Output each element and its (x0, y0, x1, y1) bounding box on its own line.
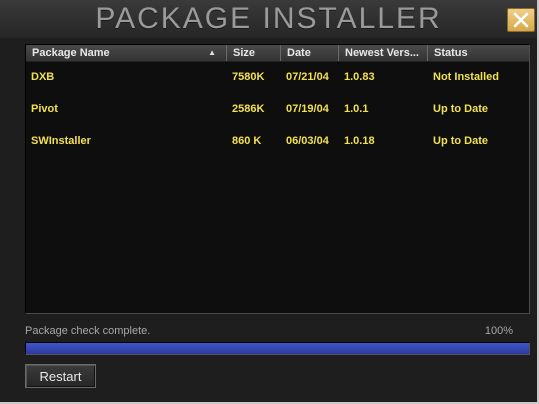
date-cell: 07/21/04 (286, 71, 329, 83)
title-bar[interactable]: PACKAGE INSTALLER (0, 0, 537, 38)
package-name-cell: Pivot (31, 103, 58, 115)
column-header-label: Status (434, 47, 468, 59)
status-cell: Up to Date (433, 103, 488, 115)
column-header-size[interactable]: Size (227, 45, 281, 61)
status-cell: Not Installed (433, 71, 500, 83)
table-row[interactable]: Pivot 2586K 07/19/04 1.0.1 Up to Date (26, 94, 529, 124)
column-header-newest-version[interactable]: Newest Vers... (339, 45, 428, 61)
package-installer-window: PACKAGE INSTALLER Package Name ▲ Size Da… (0, 0, 539, 404)
package-name-cell: DXB (31, 71, 55, 83)
size-cell: 860 K (232, 135, 262, 147)
version-cell: 1.0.1 (344, 103, 369, 115)
progress-bar (25, 342, 530, 355)
column-header-label: Package Name (32, 47, 110, 59)
column-header-label: Date (287, 47, 311, 59)
close-button[interactable] (507, 8, 535, 32)
date-cell: 06/03/04 (286, 135, 329, 147)
column-header-date[interactable]: Date (281, 45, 339, 61)
table-row[interactable]: SWInstaller 860 K 06/03/04 1.0.18 Up to … (26, 126, 529, 156)
size-cell: 7580K (232, 71, 265, 83)
progress-bar-fill (26, 343, 529, 354)
close-icon (513, 12, 529, 28)
version-cell: 1.0.83 (344, 71, 375, 83)
window-title: PACKAGE INSTALLER (95, 2, 442, 35)
table-header: Package Name ▲ Size Date Newest Vers... … (26, 45, 529, 62)
restart-button[interactable]: Restart (25, 364, 96, 388)
column-header-label: Size (233, 47, 256, 59)
size-cell: 2586K (232, 103, 265, 115)
column-header-label: Newest Vers... (345, 47, 419, 59)
version-cell: 1.0.18 (344, 135, 375, 147)
status-message: Package check complete. (25, 325, 151, 337)
sort-ascending-icon: ▲ (208, 48, 216, 57)
status-cell: Up to Date (433, 135, 488, 147)
table-row[interactable]: DXB 7580K 07/21/04 1.0.83 Not Installed (26, 62, 529, 92)
date-cell: 07/19/04 (286, 103, 329, 115)
package-name-cell: SWInstaller (31, 135, 91, 147)
column-header-status[interactable]: Status (428, 45, 529, 61)
column-header-package-name[interactable]: Package Name ▲ (26, 45, 227, 61)
package-list[interactable]: Package Name ▲ Size Date Newest Vers... … (25, 44, 530, 314)
progress-percent: 100% (484, 325, 513, 337)
